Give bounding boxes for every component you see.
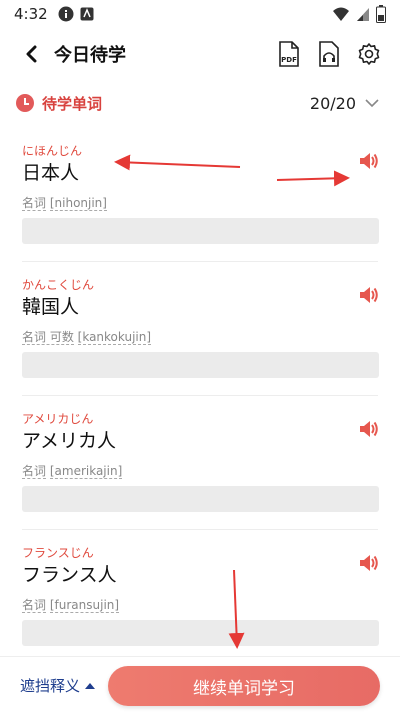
word-meta: 名词 [amerikajin] [22, 462, 123, 479]
page-title: 今日待学 [54, 45, 126, 66]
app-header: 今日待学 PDF [0, 34, 400, 74]
word-card[interactable]: にほんじん 日本人 名词 [nihonjin] [0, 128, 400, 262]
back-icon [26, 45, 37, 63]
chevron-down-icon[interactable] [364, 95, 380, 111]
word-romaji: [nihonjin] [49, 196, 107, 211]
settings-button[interactable] [356, 41, 382, 67]
signal-icon [357, 8, 369, 21]
speaker-icon[interactable] [358, 284, 380, 306]
speaker-icon[interactable] [358, 418, 380, 440]
gear-icon [358, 43, 380, 65]
pending-words-count: 20/20 [309, 93, 356, 113]
pdf-icon-label: PDF [281, 56, 297, 64]
clock-icon [16, 94, 34, 112]
pending-words-header[interactable]: 待学单词 20/20 [0, 88, 400, 118]
info-icon [58, 6, 74, 22]
word-pos: 名词 可数 [22, 330, 74, 345]
word-pos: 名词 [22, 196, 47, 211]
word-card[interactable]: フランスじん フランス人 名词 [furansujin] [0, 530, 400, 664]
bottom-bar: 遮挡释义 继续单词学习 [0, 656, 400, 712]
pending-words-label: 待学单词 [42, 94, 103, 113]
word-romaji: [amerikajin] [49, 464, 123, 479]
triangle-up-icon [85, 682, 96, 689]
word-kana: にほんじん [22, 144, 83, 158]
word-kanji: 日本人 [22, 162, 80, 184]
continue-learning-button[interactable]: 继续单词学习 [108, 666, 380, 706]
pdf-icon: PDF [279, 41, 299, 67]
word-card[interactable]: アメリカじん アメリカ人 名词 [amerikajin] [0, 396, 400, 530]
speaker-icon[interactable] [358, 150, 380, 172]
hidden-meaning-bar[interactable] [22, 218, 379, 244]
word-romaji: [kankokujin] [77, 330, 152, 345]
word-kanji: 韓国人 [22, 296, 80, 318]
hidden-meaning-bar[interactable] [22, 486, 379, 512]
status-bar: 4:32 [0, 0, 400, 28]
hidden-meaning-bar[interactable] [22, 620, 379, 646]
word-pos: 名词 [22, 464, 47, 479]
word-pos: 名词 [22, 598, 47, 613]
word-romaji: [furansujin] [49, 598, 120, 613]
word-kanji: アメリカ人 [22, 430, 117, 452]
word-kanji: フランス人 [22, 564, 117, 586]
speaker-icon[interactable] [358, 552, 380, 574]
word-kana: フランスじん [22, 546, 94, 560]
mask-meaning-toggle[interactable]: 遮挡释义 [20, 675, 96, 696]
app-notification-icon [80, 7, 94, 21]
word-kana: アメリカじん [22, 412, 94, 426]
word-meta: 名词 可数 [kankokujin] [22, 328, 152, 345]
export-pdf-button[interactable]: PDF [276, 41, 302, 67]
word-kana: かんこくじん [22, 278, 95, 292]
audio-button[interactable] [316, 41, 342, 67]
wifi-icon [333, 7, 349, 21]
headphone-icon [319, 41, 339, 67]
status-time: 4:32 [14, 5, 48, 23]
battery-icon [376, 5, 386, 23]
mask-meaning-label: 遮挡释义 [20, 677, 81, 695]
back-button[interactable] [18, 41, 44, 67]
word-meta: 名词 [nihonjin] [22, 194, 107, 211]
word-meta: 名词 [furansujin] [22, 596, 120, 613]
hidden-meaning-bar[interactable] [22, 352, 379, 378]
word-card[interactable]: かんこくじん 韓国人 名词 可数 [kankokujin] [0, 262, 400, 396]
